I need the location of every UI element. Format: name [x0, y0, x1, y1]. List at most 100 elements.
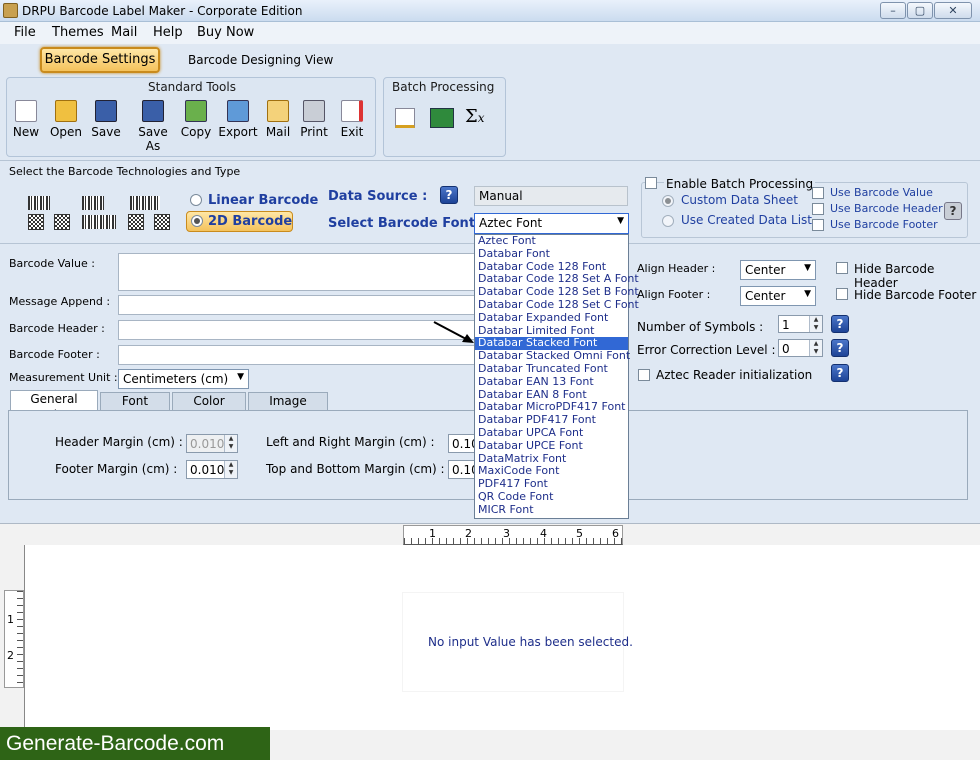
header-margin-stepper[interactable]: 0.010 ▲ ▼: [186, 434, 238, 453]
font-option[interactable]: Databar Expanded Font: [475, 311, 628, 325]
2d-barcode-radio[interactable]: [191, 215, 203, 227]
ruler-tick: 3: [503, 527, 510, 540]
ruler-tick: 2: [7, 649, 14, 662]
minimize-button[interactable]: –: [880, 2, 906, 19]
export-icon: [227, 100, 249, 122]
number-of-symbols-stepper[interactable]: 1 ▲ ▼: [778, 315, 823, 333]
font-option[interactable]: Databar Truncated Font: [475, 362, 628, 376]
open-button[interactable]: Open: [46, 100, 86, 139]
menu-buy-now[interactable]: Buy Now: [197, 25, 254, 40]
2d-barcode-icon-4: [128, 214, 144, 230]
pointer-arrow-icon: [433, 321, 474, 343]
standard-tools-title: Standard Tools: [148, 80, 236, 94]
horizontal-ruler: 1 2 3 4 5 6: [403, 525, 623, 545]
left-right-margin-label: Left and Right Margin (cm) :: [266, 435, 435, 449]
save-as-button[interactable]: Save As: [130, 100, 176, 153]
use-barcode-header-label: Use Barcode Header: [830, 202, 943, 215]
tab-color-settings[interactable]: Color Settings: [172, 392, 246, 424]
data-source-help-icon[interactable]: ?: [440, 186, 458, 204]
copy-button[interactable]: Copy: [176, 100, 216, 139]
mail-button[interactable]: Mail: [258, 100, 298, 139]
batch-edit-icon[interactable]: [395, 108, 415, 128]
barcode-footer-input[interactable]: [118, 345, 478, 365]
ruler-tick: 5: [576, 527, 583, 540]
linear-barcode-label[interactable]: Linear Barcode: [208, 193, 318, 208]
message-append-label: Message Append :: [9, 295, 111, 308]
linear-barcode-radio[interactable]: [190, 194, 202, 206]
menu-mail[interactable]: Mail: [111, 25, 137, 40]
error-correction-help-icon[interactable]: ?: [831, 339, 849, 357]
align-footer-label: Align Footer :: [637, 288, 711, 301]
tab-image-settings[interactable]: Image Settings: [248, 392, 328, 424]
footer-margin-stepper[interactable]: 0.010 ▲ ▼: [186, 460, 238, 479]
align-header-select[interactable]: Center ▼: [740, 260, 816, 280]
tech-section-title: Select the Barcode Technologies and Type: [9, 165, 241, 178]
tab-general-settings[interactable]: General Settings: [10, 390, 98, 422]
2d-barcode-label[interactable]: 2D Barcode: [208, 214, 292, 229]
hide-barcode-header-checkbox[interactable]: [836, 262, 848, 274]
open-folder-icon: [55, 100, 77, 122]
menu-help[interactable]: Help: [153, 25, 183, 40]
tab-barcode-designing-view[interactable]: Barcode Designing View: [188, 53, 333, 67]
align-footer-select[interactable]: Center ▼: [740, 286, 816, 306]
use-barcode-footer-checkbox[interactable]: [812, 219, 824, 231]
close-button[interactable]: ✕: [934, 2, 972, 19]
mail-envelope-icon: [267, 100, 289, 122]
font-option[interactable]: QR Code Font: [475, 490, 628, 504]
menu-themes[interactable]: Themes: [52, 25, 104, 40]
ruler-tick: 1: [429, 527, 436, 540]
symbols-help-icon[interactable]: ?: [831, 315, 849, 333]
font-option[interactable]: MICR Font: [475, 503, 628, 517]
font-option[interactable]: Databar Code 128 Set C Font: [475, 298, 639, 312]
aztec-reader-checkbox[interactable]: [638, 369, 650, 381]
ruler-tick: 6: [612, 527, 619, 540]
chevron-down-icon: ▼: [617, 216, 624, 226]
aztec-reader-help-icon[interactable]: ?: [831, 364, 849, 382]
use-barcode-header-checkbox[interactable]: [812, 203, 824, 215]
font-option[interactable]: Databar Font: [475, 247, 628, 261]
ruler-tick: 1: [7, 613, 14, 626]
new-button[interactable]: New: [6, 100, 46, 139]
hide-barcode-footer-checkbox[interactable]: [836, 288, 848, 300]
enable-batch-label: Enable Batch Processing: [664, 177, 816, 191]
font-option[interactable]: Databar EAN 13 Font: [475, 375, 628, 389]
vertical-ruler: 1 2: [4, 590, 24, 688]
barcode-value-input[interactable]: [118, 253, 478, 291]
batch-sigma-icon[interactable]: Σx: [465, 106, 485, 127]
error-correction-stepper[interactable]: 0 ▲ ▼: [778, 339, 823, 357]
spin-arrows-icon[interactable]: ▲ ▼: [224, 461, 237, 478]
font-option[interactable]: Aztec Font: [475, 234, 628, 248]
hide-barcode-header-label: Hide Barcode Header: [854, 262, 935, 290]
batch-excel-icon[interactable]: [430, 108, 454, 128]
enable-batch-checkbox[interactable]: [645, 177, 657, 189]
linear-barcode-icon-3: [130, 196, 160, 210]
tab-font-settings[interactable]: Font Settings: [100, 392, 170, 424]
barcode-font-select[interactable]: Aztec Font ▼: [474, 213, 629, 234]
message-append-input[interactable]: [118, 295, 478, 315]
batch-processing-title: Batch Processing: [392, 80, 495, 94]
exit-button[interactable]: Exit: [332, 100, 372, 139]
menu-bar: [0, 22, 980, 44]
menu-file[interactable]: File: [14, 25, 36, 40]
batch-help-icon[interactable]: ?: [944, 202, 962, 220]
created-data-list-radio[interactable]: [662, 215, 674, 227]
data-source-field[interactable]: Manual: [474, 186, 628, 206]
use-barcode-value-checkbox[interactable]: [812, 187, 824, 199]
top-bottom-margin-label: Top and Bottom Margin (cm) :: [266, 462, 445, 476]
tab-barcode-settings[interactable]: Barcode Settings: [40, 47, 160, 73]
spin-arrows-icon[interactable]: ▲ ▼: [224, 435, 237, 452]
maximize-button[interactable]: ▢: [907, 2, 933, 19]
custom-data-sheet-label: Custom Data Sheet: [681, 193, 798, 207]
spin-arrows-icon[interactable]: ▲ ▼: [809, 340, 822, 356]
barcode-font-dropdown-list[interactable]: Aztec Font Databar Font Databar Code 128 F…: [474, 234, 639, 519]
custom-data-sheet-radio[interactable]: [662, 195, 674, 207]
print-button[interactable]: Print: [294, 100, 334, 139]
measurement-unit-select[interactable]: Centimeters (cm) ▼: [118, 369, 249, 389]
font-option[interactable]: Databar UPCA Font: [475, 426, 628, 440]
barcode-header-input[interactable]: [118, 320, 478, 340]
spin-arrows-icon[interactable]: ▲ ▼: [809, 316, 822, 332]
font-option[interactable]: Databar UPCE Font: [475, 439, 628, 453]
export-button[interactable]: Export: [218, 100, 258, 139]
save-button[interactable]: Save: [86, 100, 126, 139]
chevron-down-icon: ▼: [804, 289, 811, 299]
